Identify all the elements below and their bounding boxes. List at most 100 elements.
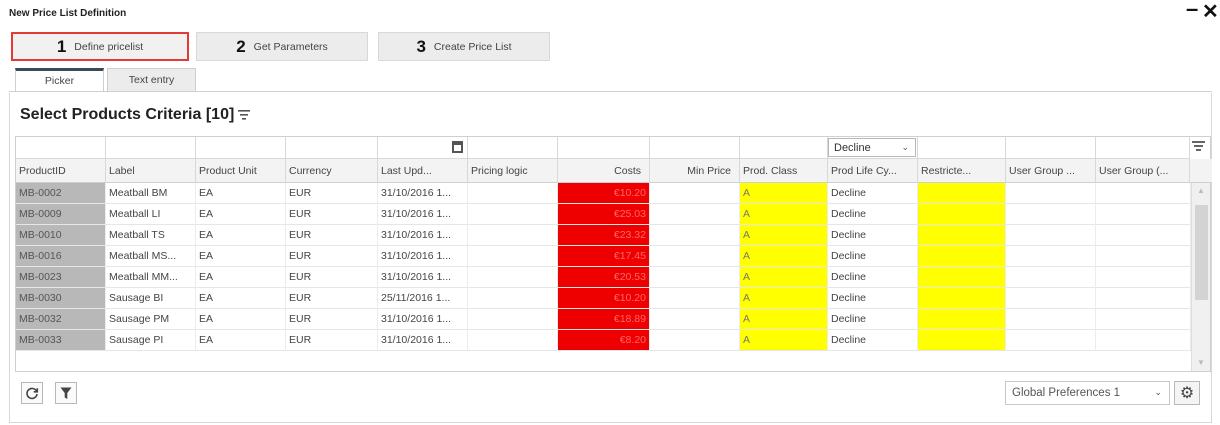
filter-cell-currency[interactable] (286, 137, 378, 159)
cell-currency: EUR (286, 183, 378, 204)
tab-text-entry[interactable]: Text entry (107, 68, 196, 91)
table-row[interactable]: MB-0009 Meatball LI EA EUR 31/10/2016 1.… (16, 204, 1191, 225)
products-grid: Decline ⌄ ProductID Label Product Unit C… (15, 136, 1212, 372)
preferences-select[interactable]: Global Preferences 1 ⌄ (1005, 381, 1170, 405)
column-header-life-cycle[interactable]: Prod Life Cy... (828, 159, 918, 183)
cell-productid: MB-0010 (16, 225, 106, 246)
scrollbar-thumb[interactable] (1195, 205, 1208, 300)
table-row[interactable]: MB-0016 Meatball MS... EA EUR 31/10/2016… (16, 246, 1191, 267)
window-title: New Price List Definition (9, 8, 127, 19)
cell-prod-class: A (740, 225, 828, 246)
column-header-min-price[interactable]: Min Price (650, 159, 740, 183)
column-header-restricted[interactable]: Restricte... (918, 159, 1006, 183)
cell-costs: €10.20 (558, 183, 650, 204)
cell-currency: EUR (286, 288, 378, 309)
step-define-pricelist[interactable]: 1 Define pricelist (11, 32, 189, 61)
cell-user-group-1 (1006, 204, 1096, 225)
filter-cell-min-price[interactable] (650, 137, 740, 159)
cell-user-group-2 (1096, 183, 1191, 204)
tab-picker[interactable]: Picker (15, 68, 104, 91)
cell-costs: €18.89 (558, 309, 650, 330)
filter-cell-label[interactable] (106, 137, 196, 159)
cell-restricted (918, 267, 1006, 288)
column-header-user-group-2[interactable]: User Group (... (1096, 159, 1190, 183)
cell-currency: EUR (286, 309, 378, 330)
cell-prod-class: A (740, 309, 828, 330)
table-row[interactable]: MB-0033 Sausage PI EA EUR 31/10/2016 1..… (16, 330, 1191, 351)
vertical-scrollbar[interactable]: ▲ ▼ (1191, 183, 1210, 371)
cell-currency: EUR (286, 204, 378, 225)
filter-cell-productid[interactable] (16, 137, 106, 159)
cell-pricing-logic (468, 288, 558, 309)
cell-product-unit: EA (196, 330, 286, 351)
cell-min-price (650, 246, 740, 267)
column-header-currency[interactable]: Currency (286, 159, 378, 183)
step-get-parameters[interactable]: 2 Get Parameters (196, 32, 368, 61)
cell-productid: MB-0009 (16, 204, 106, 225)
column-header-user-group-1[interactable]: User Group ... (1006, 159, 1096, 183)
cell-product-unit: EA (196, 183, 286, 204)
filter-cell-life-cycle: Decline ⌄ (828, 137, 918, 159)
calendar-icon[interactable] (452, 141, 463, 153)
cell-productid: MB-0023 (16, 267, 106, 288)
filter-lines-icon[interactable] (238, 108, 251, 123)
cell-label: Meatball BM (106, 183, 196, 204)
column-header-pricing-logic[interactable]: Pricing logic (468, 159, 558, 183)
minimize-icon[interactable]: – (1186, 0, 1198, 20)
column-header-label[interactable]: Label (106, 159, 196, 183)
table-row[interactable]: MB-0032 Sausage PM EA EUR 31/10/2016 1..… (16, 309, 1191, 330)
column-header-prod-class[interactable]: Prod. Class (740, 159, 828, 183)
filter-button[interactable] (55, 382, 77, 404)
table-row[interactable]: MB-0002 Meatball BM EA EUR 31/10/2016 1.… (16, 183, 1191, 204)
section-title: Select Products Criteria [10] (20, 106, 251, 124)
cell-user-group-2 (1096, 204, 1191, 225)
scroll-up-icon[interactable]: ▲ (1197, 186, 1205, 195)
refresh-button[interactable] (21, 382, 43, 404)
cell-last-updated: 31/10/2016 1... (378, 246, 468, 267)
filter-cell-user-group-1[interactable] (1006, 137, 1096, 159)
settings-button[interactable]: ⚙ (1174, 381, 1200, 405)
column-header-product-unit[interactable]: Product Unit (196, 159, 286, 183)
column-filter-menu-icon[interactable] (1192, 140, 1205, 152)
cell-prod-class: A (740, 330, 828, 351)
cell-restricted (918, 288, 1006, 309)
column-header-last-updated[interactable]: Last Upd... (378, 159, 468, 183)
cell-productid: MB-0016 (16, 246, 106, 267)
filter-cell-pricing-logic[interactable] (468, 137, 558, 159)
preferences-value: Global Preferences 1 (1012, 387, 1121, 399)
cell-productid: MB-0002 (16, 183, 106, 204)
cell-label: Meatball LI (106, 204, 196, 225)
cell-restricted (918, 225, 1006, 246)
cell-user-group-2 (1096, 225, 1191, 246)
column-header-costs[interactable]: Costs (558, 159, 650, 183)
table-row[interactable]: MB-0030 Sausage BI EA EUR 25/11/2016 1..… (16, 288, 1191, 309)
filter-cell-costs[interactable] (558, 137, 650, 159)
filter-cell-user-group-2[interactable] (1096, 137, 1190, 159)
cell-user-group-1 (1006, 309, 1096, 330)
table-row[interactable]: MB-0023 Meatball MM... EA EUR 31/10/2016… (16, 267, 1191, 288)
cell-currency: EUR (286, 246, 378, 267)
cell-pricing-logic (468, 267, 558, 288)
column-header-productid[interactable]: ProductID (16, 159, 106, 183)
funnel-icon (60, 387, 72, 399)
close-icon[interactable]: ✕ (1202, 1, 1219, 23)
filter-cell-last-updated[interactable] (378, 137, 468, 159)
cell-costs: €23.32 (558, 225, 650, 246)
chevron-down-icon: ⌄ (901, 142, 909, 152)
cell-life-cycle: Decline (828, 246, 918, 267)
cell-currency: EUR (286, 267, 378, 288)
scroll-down-icon[interactable]: ▼ (1197, 358, 1205, 367)
cell-label: Meatball MS... (106, 246, 196, 267)
cell-product-unit: EA (196, 204, 286, 225)
table-row[interactable]: MB-0010 Meatball TS EA EUR 31/10/2016 1.… (16, 225, 1191, 246)
life-cycle-filter-dropdown[interactable]: Decline ⌄ (828, 138, 916, 157)
filter-cell-restricted[interactable] (918, 137, 1006, 159)
filter-cell-prod-class[interactable] (740, 137, 828, 159)
cell-restricted (918, 309, 1006, 330)
step-create-price-list[interactable]: 3 Create Price List (378, 32, 550, 61)
cell-user-group-1 (1006, 288, 1096, 309)
cell-currency: EUR (286, 225, 378, 246)
cell-min-price (650, 309, 740, 330)
filter-cell-product-unit[interactable] (196, 137, 286, 159)
cell-user-group-2 (1096, 246, 1191, 267)
